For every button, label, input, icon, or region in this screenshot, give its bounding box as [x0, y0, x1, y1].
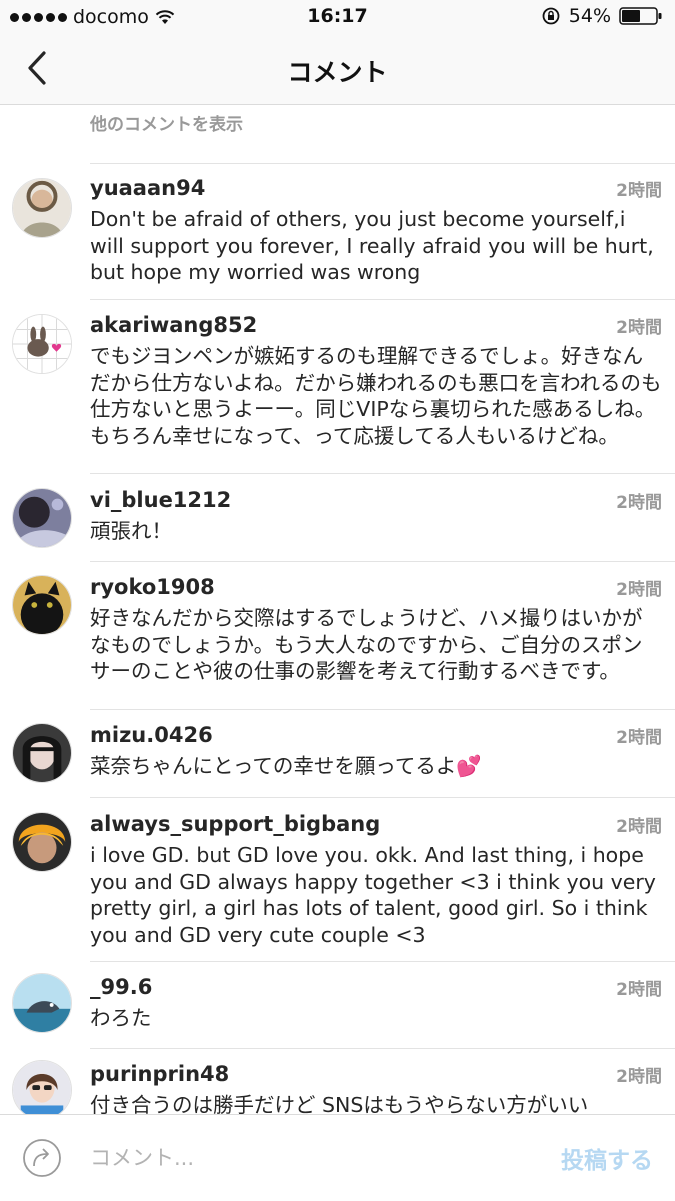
nav-bar: コメント [0, 34, 675, 105]
divider [90, 299, 675, 300]
show-more-comments-button[interactable]: 他のコメントを表示 [90, 110, 243, 135]
divider [90, 163, 675, 164]
page-title: コメント [287, 58, 388, 87]
avatar[interactable] [12, 488, 72, 548]
comment-time: 2時間 [616, 181, 662, 201]
status-bar: docomo 16:17 54% [0, 0, 675, 34]
comment-username[interactable]: always_support_bigbang [90, 812, 380, 836]
comment-username[interactable]: purinprin48 [90, 1062, 229, 1086]
comment-time: 2時間 [616, 318, 662, 338]
divider [90, 561, 675, 562]
comment-username[interactable]: mizu.0426 [90, 723, 213, 747]
comment-username[interactable]: vi_blue1212 [90, 488, 231, 512]
divider [90, 473, 675, 474]
comment-username[interactable]: _99.6 [90, 975, 152, 999]
share-arrow-icon[interactable] [22, 1138, 62, 1178]
post-button[interactable]: 投稿する [561, 1141, 653, 1175]
divider [90, 961, 675, 962]
divider [90, 1048, 675, 1049]
comment-time: 2時間 [616, 1067, 662, 1087]
battery-percent: 54% [568, 5, 611, 27]
avatar[interactable] [12, 723, 72, 783]
comment-text: でもジヨンペンが嫉妬するのも理解できるでしょ。好きなんだから仕方ないよね。だから… [90, 344, 662, 448]
divider [90, 797, 675, 798]
comment-text: i love GD. but GD love you. okk. And las… [90, 843, 656, 947]
comment-text: わろた [90, 1006, 152, 1030]
avatar[interactable] [12, 812, 72, 872]
avatar[interactable] [12, 1060, 72, 1120]
comment-text: Don't be afraid of others, you just beco… [90, 207, 654, 284]
comment-text: 頑張れ！ [90, 519, 172, 543]
battery-icon [619, 7, 662, 25]
comment-text: 菜奈ちゃんにとっての幸せを願ってるよ💕 [90, 754, 482, 778]
comment-composer: 投稿する [0, 1114, 675, 1201]
status-right: 54% [541, 5, 663, 27]
rotation-lock-icon [542, 7, 560, 25]
comment-input[interactable] [90, 1141, 510, 1175]
comment-time: 2時間 [616, 817, 662, 837]
comment-username[interactable]: yuaaan94 [90, 176, 205, 200]
avatar[interactable] [12, 973, 72, 1033]
comment-username[interactable]: akariwang852 [90, 313, 257, 337]
comment-time: 2時間 [616, 728, 662, 748]
avatar[interactable] [12, 314, 72, 374]
comment-time: 2時間 [616, 493, 662, 513]
avatar[interactable] [12, 575, 72, 635]
divider [90, 709, 675, 710]
comment-username[interactable]: ryoko1908 [90, 575, 215, 599]
comment-time: 2時間 [616, 980, 662, 1000]
comment-text: 好きなんだから交際はするでしょうけど、ハメ撮りはいかがなものでしょうか。もう大人… [90, 606, 643, 683]
comment-time: 2時間 [616, 580, 662, 600]
avatar[interactable] [12, 178, 72, 238]
